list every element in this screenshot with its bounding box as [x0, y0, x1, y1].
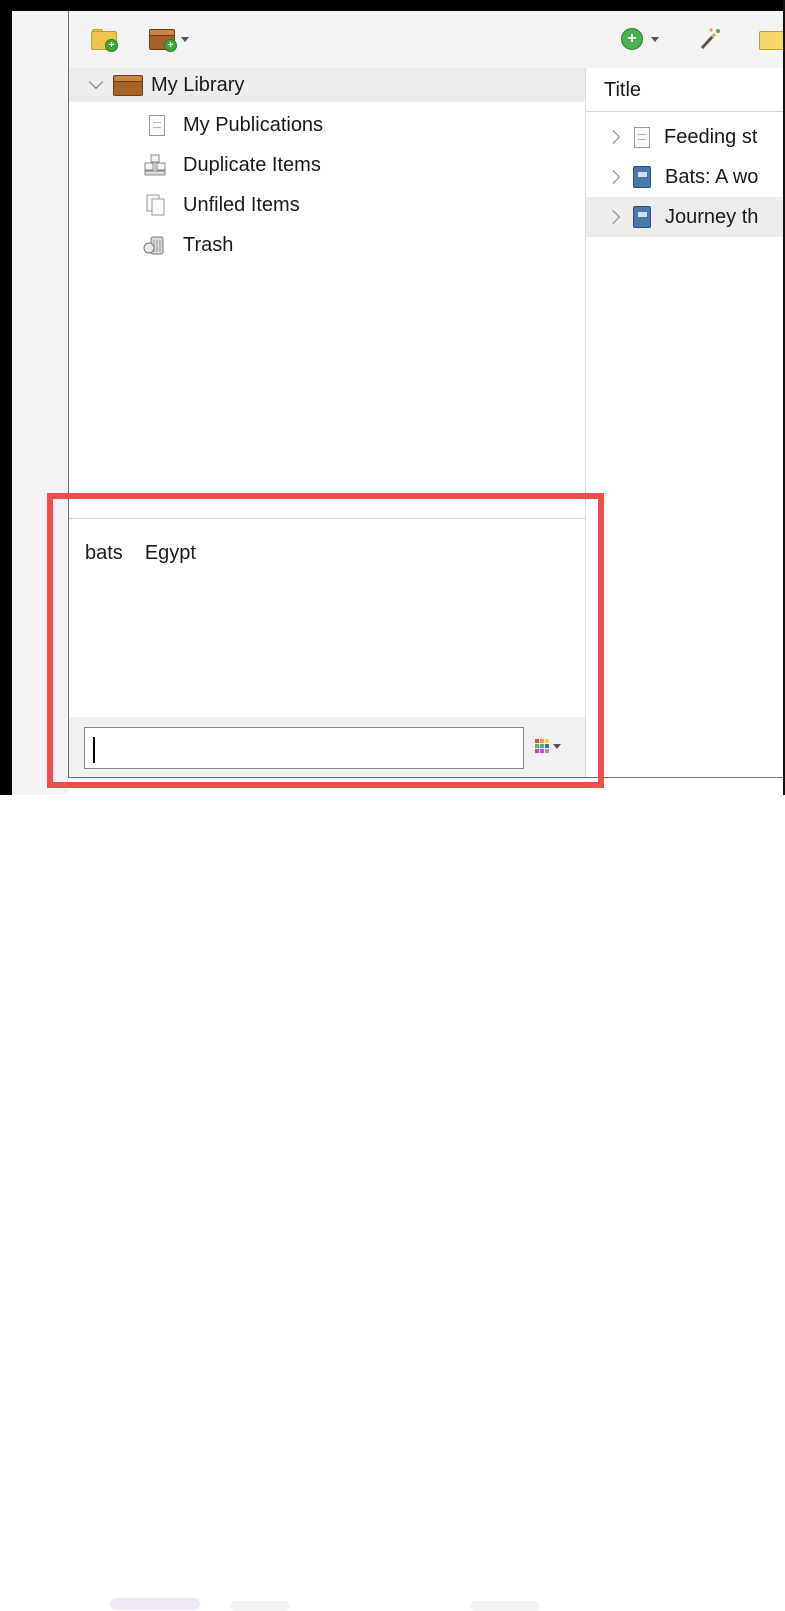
collection-duplicate-items[interactable]: Duplicate Items [69, 148, 585, 182]
chevron-right-icon[interactable] [605, 209, 621, 225]
chevron-down-icon [88, 74, 104, 90]
collection-unfiled-items[interactable]: Unfiled Items [69, 188, 585, 222]
screen-border-left [0, 0, 12, 823]
chevron-down-icon [181, 36, 189, 42]
collection-trash[interactable]: Trash [69, 228, 585, 262]
book-icon [633, 206, 651, 228]
collection-label: Unfiled Items [183, 193, 300, 216]
book-icon [633, 166, 651, 188]
unfiled-items-icon [146, 194, 165, 216]
collection-label: Trash [183, 233, 234, 256]
item-row[interactable]: Feeding st [586, 117, 784, 157]
column-header-title[interactable]: Title [586, 68, 784, 112]
collection-label: My Library [151, 73, 245, 96]
new-library-button[interactable]: + [149, 25, 189, 53]
collection-label: My Publications [183, 113, 324, 136]
add-circle-icon: + [621, 28, 643, 50]
folder-plus-icon: + [91, 29, 118, 52]
toolbar: + + + [69, 11, 785, 69]
library-plus-icon: + [149, 29, 177, 52]
new-collection-button[interactable]: + [91, 25, 118, 53]
item-title: Journey th [665, 205, 759, 228]
new-item-button[interactable]: + [621, 25, 659, 53]
document-icon [149, 114, 165, 136]
collections-pane: My Library My Publications Duplicate Ite… [69, 68, 586, 518]
trash-icon [143, 236, 164, 255]
collection-my-library[interactable]: My Library [69, 68, 585, 102]
collection-label: Duplicate Items [183, 153, 321, 176]
highlight-box [47, 493, 604, 788]
magic-wand-icon [700, 28, 720, 50]
items-pane: Title Feeding st Bats: A wo Journey th [586, 68, 784, 776]
document-icon [634, 126, 650, 148]
item-row[interactable]: Journey th [586, 197, 784, 237]
item-title: Bats: A wo [665, 165, 759, 188]
chevron-right-icon[interactable] [605, 169, 621, 185]
chevron-down-icon [651, 36, 659, 42]
chevron-right-icon[interactable] [605, 129, 621, 145]
duplicate-items-icon [144, 154, 166, 176]
screen-border-top [0, 0, 785, 11]
item-row[interactable]: Bats: A wo [586, 157, 784, 197]
collection-my-publications[interactable]: My Publications [69, 108, 585, 142]
taskbar-blur [0, 795, 785, 1611]
library-icon [113, 75, 143, 96]
note-plus-icon [759, 29, 785, 50]
item-title: Feeding st [664, 125, 758, 148]
new-note-button[interactable] [759, 25, 785, 53]
add-by-identifier-button[interactable] [697, 25, 723, 53]
